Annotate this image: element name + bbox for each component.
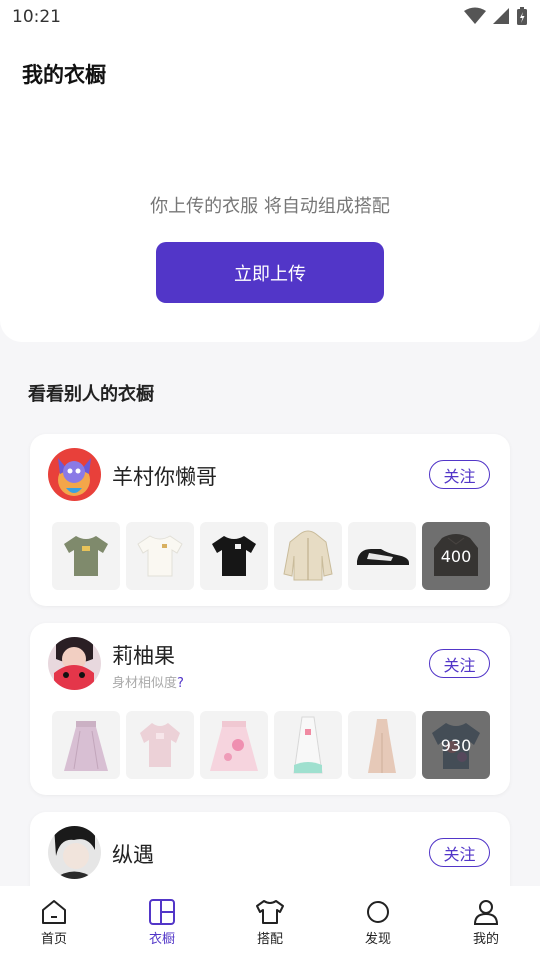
follow-button[interactable]: 关注 — [429, 649, 490, 678]
clothes-item-pink-blouse[interactable] — [126, 711, 194, 779]
tab-profile[interactable]: 我的 — [432, 886, 540, 960]
clothes-item-olive-tshirt[interactable] — [52, 522, 120, 590]
user-card[interactable]: 羊村你懒哥 关注 400 — [30, 434, 510, 606]
home-icon — [42, 900, 66, 924]
body-similarity[interactable]: 身材相似度? — [112, 672, 184, 691]
wardrobe-icon — [149, 899, 175, 925]
tab-label: 衣橱 — [148, 932, 175, 947]
circle-icon — [367, 901, 389, 923]
others-wardrobe-title: 看看别人的衣橱 — [28, 384, 154, 405]
clothes-item-pink-skirt[interactable] — [52, 711, 120, 779]
wifi-icon — [464, 7, 486, 24]
person-icon — [473, 900, 499, 925]
avatar[interactable] — [48, 637, 101, 690]
clothes-item-beige-dress[interactable] — [348, 711, 416, 779]
status-time: 10:21 — [12, 7, 61, 27]
more-count: 400 — [422, 522, 490, 590]
tab-label: 我的 — [472, 932, 499, 947]
clothes-item-more[interactable]: 930 — [422, 711, 490, 779]
bottom-tab-bar: 首页 衣橱 搭配 发现 我的 — [0, 886, 540, 960]
tab-label: 首页 — [40, 932, 67, 947]
status-icons — [464, 6, 528, 26]
tab-wardrobe[interactable]: 衣橱 — [108, 886, 216, 960]
more-count: 930 — [422, 711, 490, 779]
avatar[interactable] — [48, 448, 101, 501]
clothes-row: 930 — [52, 711, 490, 779]
tab-home[interactable]: 首页 — [0, 886, 108, 960]
tab-label: 发现 — [364, 932, 391, 947]
clothes-item-beige-hoodie-jacket[interactable] — [274, 522, 342, 590]
user-name[interactable]: 纵遇 — [112, 839, 154, 869]
clothes-item-black-white-sneaker[interactable] — [348, 522, 416, 590]
empty-state-hint: 你上传的衣服 将自动组成搭配 — [150, 196, 390, 217]
follow-button[interactable]: 关注 — [429, 838, 490, 867]
tab-label: 搭配 — [256, 932, 283, 947]
tab-discover[interactable]: 发现 — [324, 886, 432, 960]
clothes-item-more[interactable]: 400 — [422, 522, 490, 590]
similarity-label: 身材相似度 — [112, 676, 178, 691]
user-card[interactable]: 莉柚果 身材相似度? 关注 930 — [30, 623, 510, 795]
clothes-item-black-tshirt[interactable] — [200, 522, 268, 590]
clothes-item-pink-tulle-skirt[interactable] — [200, 711, 268, 779]
clothes-item-white-dress[interactable] — [274, 711, 342, 779]
follow-button[interactable]: 关注 — [429, 460, 490, 489]
tab-outfits[interactable]: 搭配 — [216, 886, 324, 960]
similarity-value: ? — [177, 676, 184, 691]
upload-now-button[interactable]: 立即上传 — [156, 242, 384, 303]
avatar[interactable] — [48, 826, 101, 879]
status-bar: 10:21 — [0, 0, 540, 34]
user-name[interactable]: 莉柚果 — [112, 640, 175, 670]
my-wardrobe-card: 我的衣橱 你上传的衣服 将自动组成搭配 立即上传 — [0, 34, 540, 342]
clothes-item-white-tshirt[interactable] — [126, 522, 194, 590]
page-title: 我的衣橱 — [22, 63, 106, 87]
user-name[interactable]: 羊村你懒哥 — [112, 461, 217, 491]
tshirt-icon — [256, 900, 284, 924]
battery-icon — [517, 7, 527, 25]
signal-icon — [493, 8, 509, 24]
clothes-row: 400 — [52, 522, 490, 590]
